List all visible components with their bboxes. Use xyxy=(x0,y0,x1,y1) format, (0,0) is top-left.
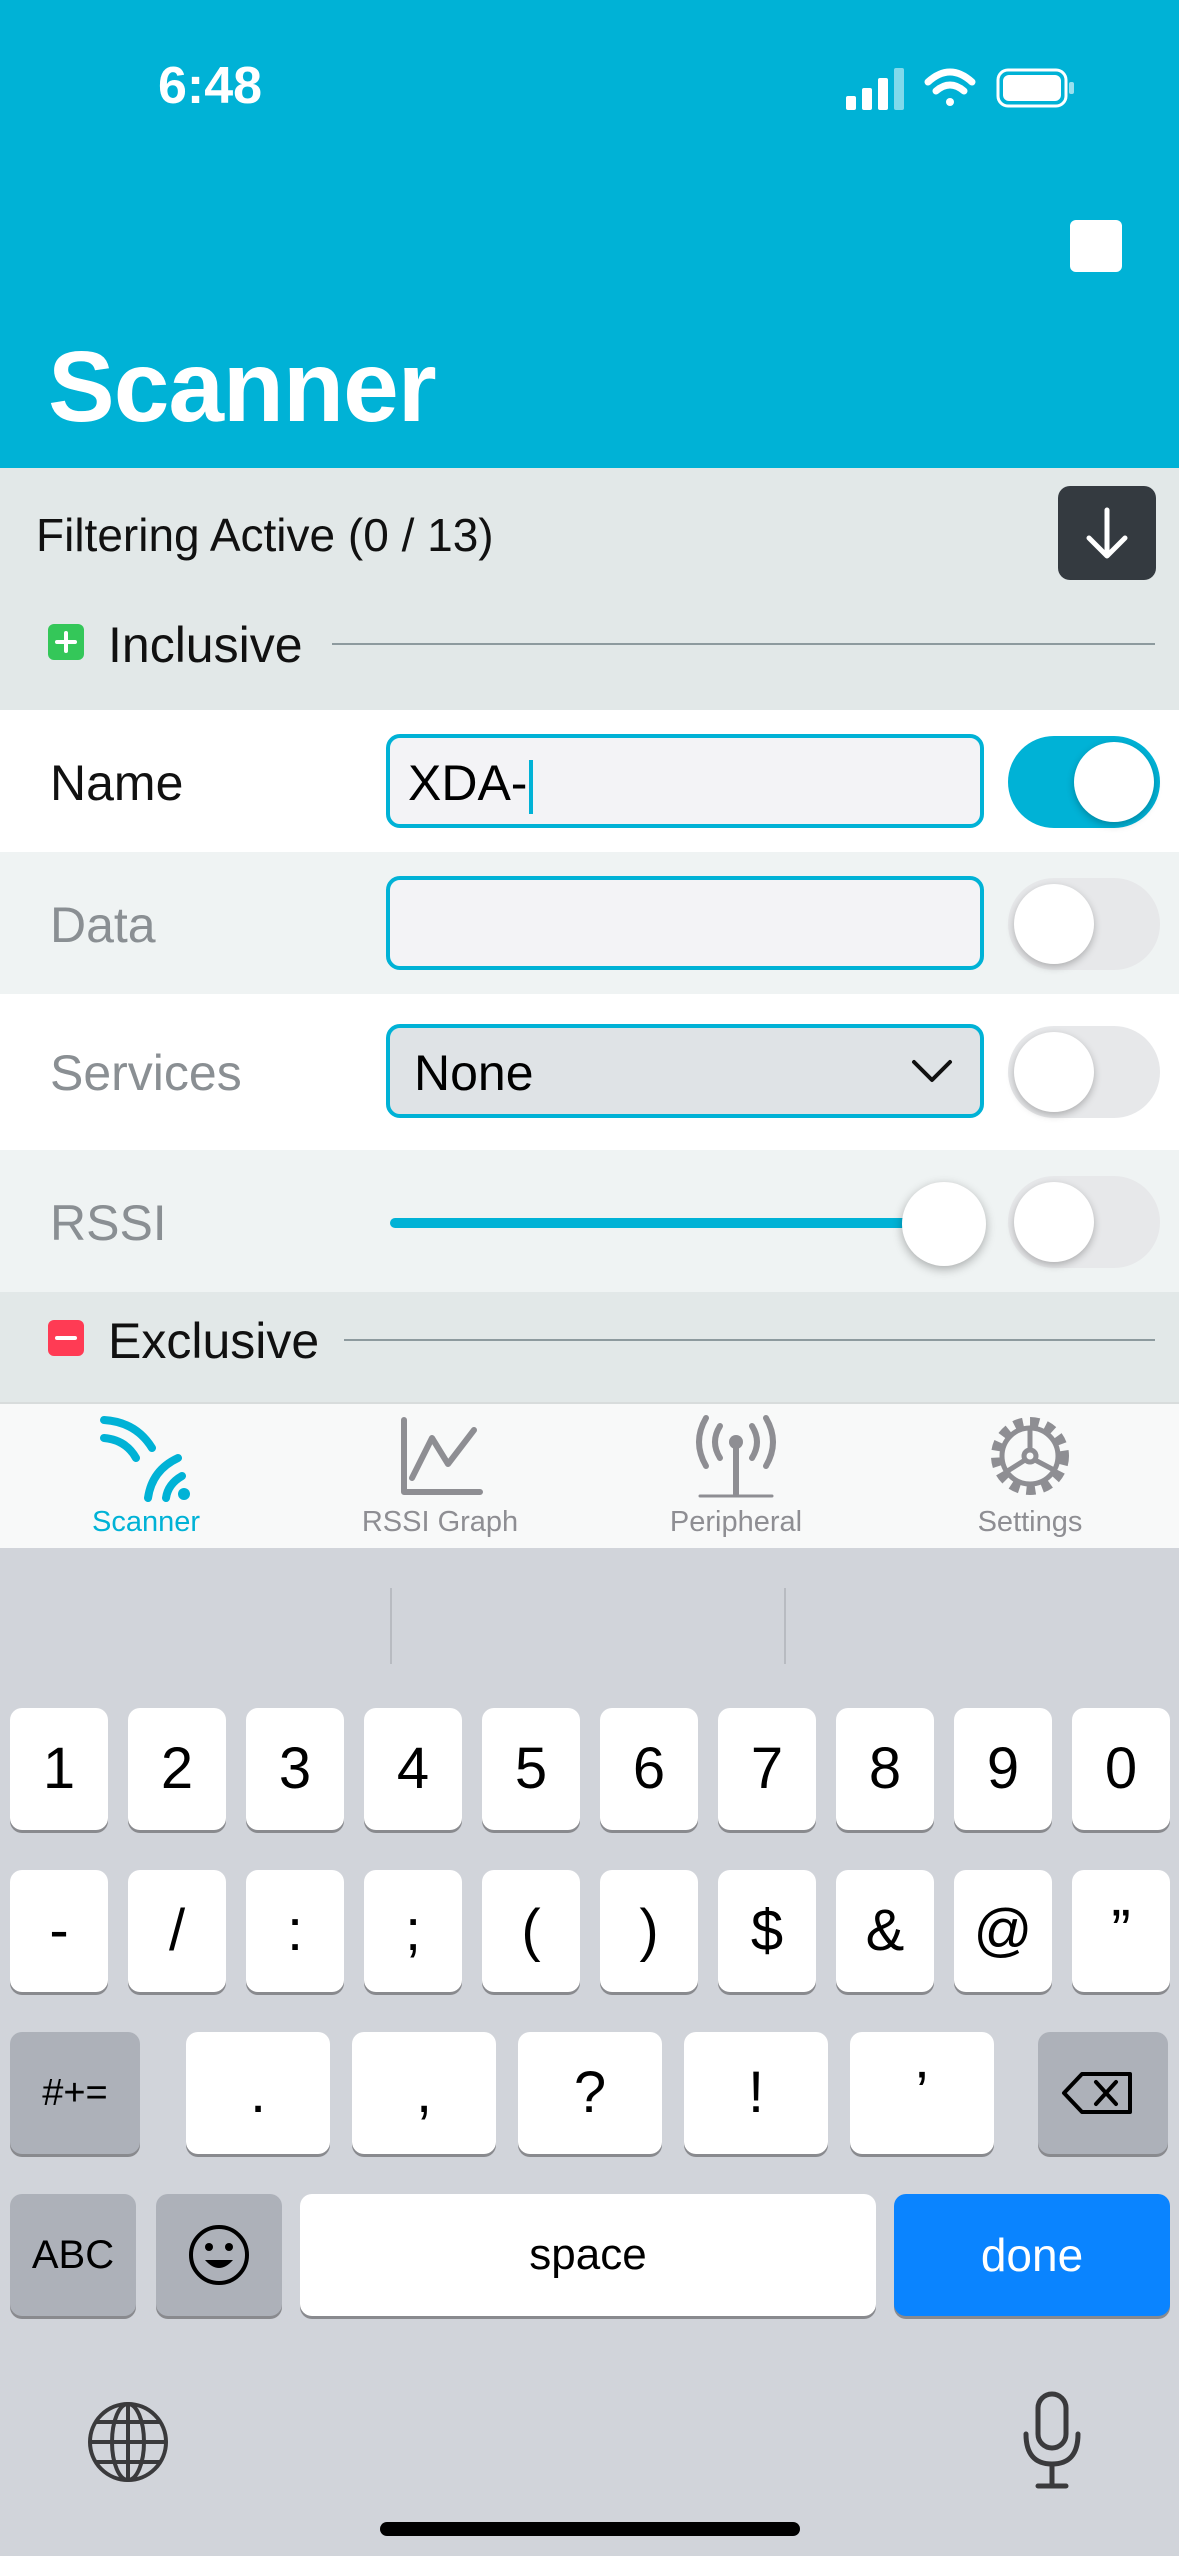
rssi-filter-toggle[interactable] xyxy=(1008,1176,1160,1268)
services-selected-value: None xyxy=(414,1045,534,1101)
suggestion-divider xyxy=(784,1588,786,1664)
chevron-down-icon xyxy=(912,1060,952,1082)
page-title: Scanner xyxy=(48,331,437,443)
services-label: Services xyxy=(50,1045,242,1101)
key-hyphen[interactable]: - xyxy=(10,1870,108,1992)
exclusive-label: Exclusive xyxy=(108,1313,320,1369)
filter-panel: Filtering Active (0 / 13) Inclusive Name… xyxy=(0,468,1179,1402)
collapse-filters-button[interactable] xyxy=(1058,486,1156,580)
keyboard: 1 2 3 4 5 6 7 8 9 0 - / : ; ( ) $ & @ ” … xyxy=(0,1548,1179,2556)
exclusive-section-header: Exclusive xyxy=(0,1304,1179,1374)
tab-settings-label: Settings xyxy=(977,1506,1083,1538)
filter-status-title: Filtering Active (0 / 13) xyxy=(36,509,494,561)
minus-icon xyxy=(48,1320,84,1356)
tab-peripheral-label: Peripheral xyxy=(669,1506,803,1538)
inclusive-label: Inclusive xyxy=(108,617,303,673)
key-1[interactable]: 1 xyxy=(10,1708,108,1830)
name-filter-input[interactable]: XDA- xyxy=(386,734,984,828)
key-ampersand[interactable]: & xyxy=(836,1870,934,1992)
tab-scanner-label: Scanner xyxy=(91,1506,200,1538)
navigation-header: 6:48 Scanner xyxy=(0,0,1179,468)
key-at[interactable]: @ xyxy=(954,1870,1052,1992)
status-time: 6:48 xyxy=(158,57,263,115)
key-colon[interactable]: : xyxy=(246,1870,344,1992)
filter-row-rssi: RSSI xyxy=(0,1150,1179,1292)
name-label: Name xyxy=(50,755,184,811)
microphone-icon[interactable] xyxy=(1004,2386,1100,2496)
key-3[interactable]: 3 xyxy=(246,1708,344,1830)
battery-icon xyxy=(996,68,1074,108)
wifi-icon xyxy=(924,68,976,106)
key-semicolon[interactable]: ; xyxy=(364,1870,462,1992)
key-5[interactable]: 5 xyxy=(482,1708,580,1830)
key-period[interactable]: . xyxy=(186,2032,330,2154)
backspace-key[interactable] xyxy=(1038,2032,1168,2154)
section-divider xyxy=(332,643,1155,645)
tab-settings[interactable]: Settings xyxy=(910,1412,1150,1548)
tab-peripheral[interactable]: Peripheral xyxy=(616,1412,856,1548)
key-dollar[interactable]: $ xyxy=(718,1870,816,1992)
stop-scan-button[interactable] xyxy=(1070,220,1122,272)
rssi-label: RSSI xyxy=(50,1195,167,1251)
key-abc[interactable]: ABC xyxy=(10,2194,136,2316)
data-label: Data xyxy=(50,897,156,953)
filter-row-data: Data xyxy=(0,852,1179,994)
key-2[interactable]: 2 xyxy=(128,1708,226,1830)
gear-icon xyxy=(991,1417,1069,1495)
filter-row-services: Services None xyxy=(0,994,1179,1150)
key-9[interactable]: 9 xyxy=(954,1708,1052,1830)
key-0[interactable]: 0 xyxy=(1072,1708,1170,1830)
done-key[interactable]: done xyxy=(894,2194,1170,2316)
name-filter-toggle[interactable] xyxy=(1008,736,1160,828)
emoji-icon xyxy=(189,2225,249,2285)
key-quote[interactable]: ” xyxy=(1072,1870,1170,1992)
inclusive-section-header: Inclusive xyxy=(0,608,1179,678)
filter-row-name: Name XDA- xyxy=(0,710,1179,852)
key-slash[interactable]: / xyxy=(128,1870,226,1992)
arrow-down-icon xyxy=(1086,507,1128,559)
space-key[interactable]: space xyxy=(300,2194,876,2316)
key-comma[interactable]: , xyxy=(352,2032,496,2154)
tab-scanner[interactable]: Scanner xyxy=(26,1412,266,1548)
tab-rssi-graph-label: RSSI Graph xyxy=(361,1506,519,1538)
tab-bar: Scanner RSSI Graph Peripheral Settings xyxy=(0,1402,1179,1548)
backspace-icon xyxy=(1062,2072,1132,2114)
key-open-paren[interactable]: ( xyxy=(482,1870,580,1992)
graph-icon xyxy=(401,1417,483,1495)
filter-bar: Filtering Active (0 / 13) xyxy=(0,468,1179,608)
text-cursor xyxy=(529,759,534,814)
rssi-slider-thumb[interactable] xyxy=(902,1182,986,1266)
home-indicator xyxy=(380,2522,800,2536)
emoji-key[interactable] xyxy=(156,2194,282,2316)
tab-rssi-graph[interactable]: RSSI Graph xyxy=(320,1412,560,1548)
key-6[interactable]: 6 xyxy=(600,1708,698,1830)
antenna-icon xyxy=(696,1415,776,1498)
key-7[interactable]: 7 xyxy=(718,1708,816,1830)
scanner-icon xyxy=(100,1416,190,1502)
name-filter-value: XDA- xyxy=(408,755,528,811)
data-filter-input[interactable] xyxy=(386,876,984,970)
key-8[interactable]: 8 xyxy=(836,1708,934,1830)
data-filter-toggle[interactable] xyxy=(1008,878,1160,970)
key-exclamation[interactable]: ! xyxy=(684,2032,828,2154)
key-apostrophe[interactable]: ’ xyxy=(850,2032,994,2154)
key-more-symbols[interactable]: #+= xyxy=(10,2032,140,2154)
key-4[interactable]: 4 xyxy=(364,1708,462,1830)
key-question[interactable]: ? xyxy=(518,2032,662,2154)
cellular-signal-icon xyxy=(846,68,904,110)
suggestion-divider xyxy=(390,1588,392,1664)
services-select[interactable]: None xyxy=(386,1024,984,1118)
key-close-paren[interactable]: ) xyxy=(600,1870,698,1992)
globe-icon[interactable] xyxy=(80,2394,176,2490)
rssi-slider-track[interactable] xyxy=(390,1218,950,1228)
section-divider xyxy=(344,1339,1155,1341)
plus-icon xyxy=(48,624,84,660)
status-icons xyxy=(840,62,1080,114)
services-filter-toggle[interactable] xyxy=(1008,1026,1160,1118)
